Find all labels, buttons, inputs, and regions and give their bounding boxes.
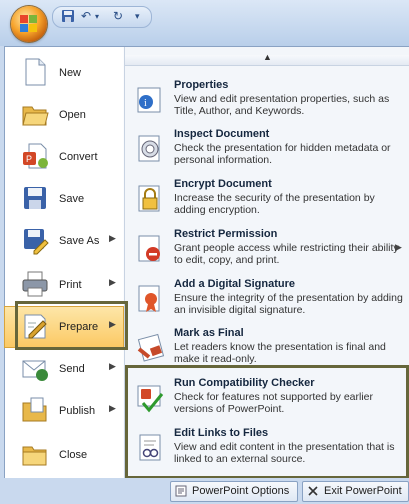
submenu-item-title: Properties [174,79,229,91]
close-folder-icon [21,439,49,469]
menu-item-label: New [59,67,82,79]
menu-item-publish[interactable]: Publish ▶ [5,391,123,431]
submenu-item-description: Ensure the integrity of the presentation… [174,292,403,316]
menu-item-label: Convert [59,151,98,163]
menu-footer: PowerPoint Options Exit PowerPoint [0,478,409,504]
office-button[interactable] [11,6,47,42]
printer-icon [21,269,49,299]
menu-item-label: Send [59,363,85,375]
inspect-document-icon [135,134,165,164]
options-icon [175,485,187,497]
save-icon [21,183,49,213]
menu-item-open[interactable]: Open [5,95,123,135]
menu-item-save[interactable]: Save [5,179,123,219]
highlight-frame-submenu [125,365,409,479]
submenu-arrow-icon: ▶ [109,277,116,287]
menu-item-label: Save As [59,235,100,247]
undo-dropdown-icon[interactable]: ▾ [95,12,99,21]
restrict-permission-icon [135,234,165,264]
submenu-item-description: Increase the security of the presentatio… [174,192,375,216]
scroll-up-button[interactable]: ▲ [125,52,409,66]
submenu-item-restrict-permission[interactable]: Restrict Permission Grant people access … [133,228,405,276]
menu-item-label: Open [59,109,86,121]
svg-text:i: i [144,98,147,109]
convert-icon: P [21,141,49,171]
title-bar: ↶ ▾ ↻ ▾ [0,0,409,46]
svg-text:P: P [26,154,32,164]
menu-item-send[interactable]: Send ▶ [5,349,123,389]
save-icon[interactable] [61,9,75,26]
submenu-item-title: Mark as Final [174,327,244,339]
submenu-item-inspect-document[interactable]: Inspect Document Check the presentation … [133,128,405,176]
close-icon [307,485,319,497]
submenu-arrow-icon: ▶ [109,361,116,371]
submenu-arrow-icon: ▶ [109,403,116,413]
customize-qat-icon[interactable]: ▾ [135,11,140,22]
new-document-icon [21,57,49,87]
menu-item-close[interactable]: Close [5,435,123,475]
submenu-item-title: Encrypt Document [174,178,272,190]
powerpoint-options-button[interactable]: PowerPoint Options [170,481,298,502]
submenu-item-description: Check the presentation for hidden metada… [174,142,391,166]
submenu-arrow-icon: ▶ [395,242,402,252]
mark-as-final-icon [135,333,165,363]
highlight-frame-prepare [15,301,128,350]
menu-item-save-as[interactable]: Save As ▶ [5,221,123,261]
digital-signature-icon [135,284,165,314]
menu-item-label: Save [59,193,85,205]
redo-icon[interactable]: ↻ [113,9,123,23]
exit-powerpoint-label: Exit PowerPoint [324,485,402,497]
menu-item-label: Print [59,279,82,291]
menu-item-print[interactable]: Print ▶ [5,265,123,305]
save-as-icon [21,225,49,255]
submenu-item-title: Add a Digital Signature [174,278,296,290]
submenu-arrow-icon: ▶ [109,233,116,243]
lock-icon [135,184,165,214]
scroll-up-icon: ▲ [263,52,272,62]
submenu-item-properties[interactable]: i Properties View and edit presentation … [133,79,405,127]
submenu-item-title: Inspect Document [174,128,270,140]
submenu-item-description: Let readers know the presentation is fin… [174,341,386,365]
exit-powerpoint-button[interactable]: Exit PowerPoint [302,481,409,502]
quick-access-toolbar: ↶ ▾ ↻ ▾ [52,6,152,28]
menu-item-new[interactable]: New [5,53,123,93]
submenu-item-title: Restrict Permission [174,228,278,240]
menu-item-convert[interactable]: P Convert [5,137,123,177]
menu-item-label: Publish [59,405,96,417]
menu-item-label: Close [59,449,88,461]
properties-icon: i [135,85,165,115]
powerpoint-options-label: PowerPoint Options [192,485,290,497]
submenu-item-encrypt-document[interactable]: Encrypt Document Increase the security o… [133,178,405,226]
open-folder-icon [21,99,49,129]
office-logo-icon [20,15,38,33]
submenu-item-description: Grant people access while restricting th… [174,242,399,266]
submenu-item-add-digital-signature[interactable]: Add a Digital Signature Ensure the integ… [133,278,405,326]
office-menu-commands: New Open P Convert Save Save As ▶ Print … [4,47,124,479]
submenu-item-description: View and edit presentation properties, s… [174,93,390,117]
publish-icon [21,395,49,425]
send-icon [21,353,49,383]
undo-icon[interactable]: ↶ [81,9,91,23]
